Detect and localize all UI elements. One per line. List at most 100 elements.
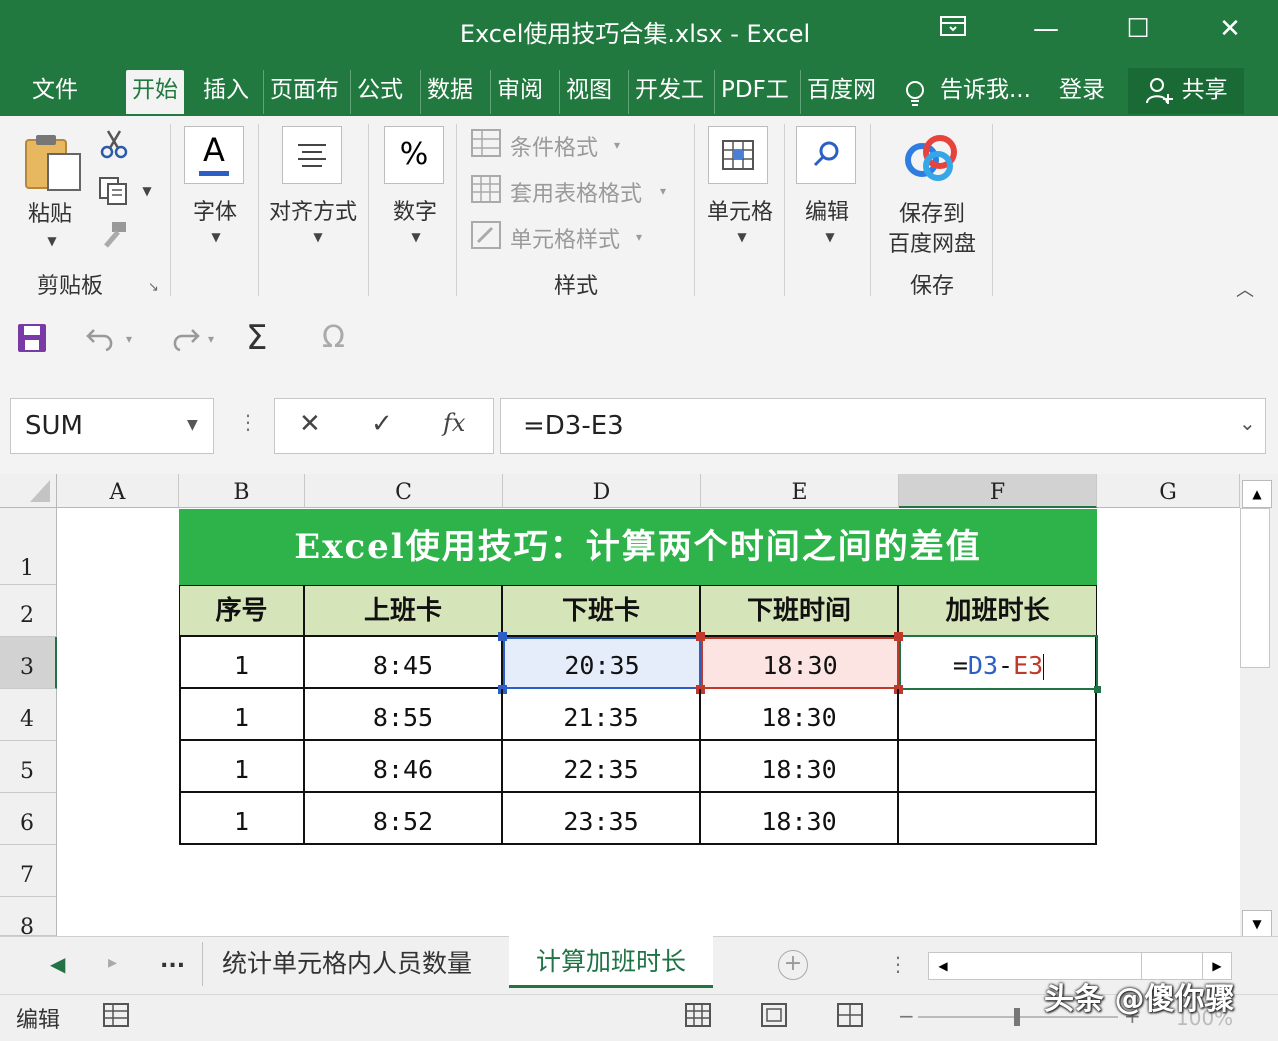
number-button-label[interactable]: 数字 xyxy=(380,194,450,226)
tab-page-layout[interactable]: 页面布 xyxy=(263,70,345,114)
save-icon[interactable] xyxy=(16,322,48,358)
row-header-6[interactable]: 6 xyxy=(0,793,57,845)
row-header-2[interactable]: 2 xyxy=(0,585,57,637)
cut-icon[interactable] xyxy=(98,128,130,164)
close-button[interactable]: ✕ xyxy=(1205,14,1255,44)
cell-style-arrow[interactable]: ▾ xyxy=(636,230,642,244)
undo-dropdown-arrow[interactable]: ▾ xyxy=(126,332,132,346)
column-header-a[interactable]: A xyxy=(57,474,179,508)
share-button[interactable]: 共享 xyxy=(1128,68,1244,114)
search-icon[interactable] xyxy=(796,126,856,184)
table-cell-empty[interactable] xyxy=(899,741,1096,793)
table-cell[interactable]: 8:46 xyxy=(305,741,503,793)
range-handle[interactable] xyxy=(894,632,903,641)
tab-pdf[interactable]: PDF工 xyxy=(714,70,795,114)
scroll-left-button[interactable]: ◀ xyxy=(929,953,958,979)
row-header-8[interactable]: 8 xyxy=(0,897,57,940)
insert-function-button[interactable]: fx xyxy=(443,409,465,437)
header-cell-clock-out[interactable]: 下班卡 xyxy=(503,586,701,637)
sheet-tab-count-people[interactable]: 统计单元格内人员数量 xyxy=(222,944,472,980)
page-break-view-icon[interactable] xyxy=(836,1002,864,1032)
table-cell[interactable]: 22:35 xyxy=(503,741,701,793)
save-baidu-line1[interactable]: 保存到 xyxy=(880,196,984,228)
omega-symbol-icon[interactable]: Ω xyxy=(322,320,345,355)
copy-icon[interactable] xyxy=(98,176,130,210)
number-format-icon[interactable]: % xyxy=(384,126,444,184)
column-header-f[interactable]: F xyxy=(899,474,1097,508)
macro-record-icon[interactable] xyxy=(102,1002,130,1032)
name-box-dropdown-arrow[interactable]: ▼ xyxy=(187,417,198,433)
paste-button-label[interactable]: 粘贴 xyxy=(20,196,80,228)
table-cell-ref-e3[interactable]: 18:30 xyxy=(701,637,899,689)
expand-formula-icon[interactable]: ⌄ xyxy=(1239,411,1256,435)
collapse-ribbon-icon[interactable]: ︿ xyxy=(1236,276,1254,302)
alignment-icon[interactable] xyxy=(282,126,342,184)
conditional-format-button[interactable]: 条件格式 xyxy=(510,130,598,162)
sheet-scroll-left-icon[interactable]: ◀ xyxy=(50,952,65,976)
edit-button-label[interactable]: 编辑 xyxy=(792,194,862,226)
conditional-format-icon[interactable] xyxy=(470,128,502,162)
tab-review[interactable]: 审阅 xyxy=(490,70,549,114)
normal-view-icon[interactable] xyxy=(684,1002,712,1032)
cell-style-icon[interactable] xyxy=(470,220,502,254)
select-all-corner[interactable] xyxy=(0,474,57,508)
tab-split-grip-icon[interactable]: ⋮ xyxy=(888,952,908,976)
confirm-edit-button[interactable]: ✓ xyxy=(371,409,393,439)
table-cell[interactable]: 1 xyxy=(180,637,305,689)
table-cell[interactable]: 1 xyxy=(180,689,305,741)
tab-home[interactable]: 开始 xyxy=(126,70,184,114)
range-handle[interactable] xyxy=(498,632,507,641)
cell-style-button[interactable]: 单元格样式 xyxy=(510,222,620,254)
vertical-scroll-thumb[interactable] xyxy=(1240,508,1270,668)
scroll-up-button[interactable]: ▲ xyxy=(1242,480,1272,508)
font-button-label[interactable]: 字体 xyxy=(180,194,250,226)
table-cell[interactable]: 1 xyxy=(180,741,305,793)
alignment-dropdown-arrow[interactable]: ▼ xyxy=(308,230,328,244)
zoom-out-button[interactable]: − xyxy=(898,1004,915,1028)
clipboard-launcher-icon[interactable]: ↘ xyxy=(148,280,159,295)
number-dropdown-arrow[interactable]: ▼ xyxy=(406,230,426,244)
tab-insert[interactable]: 插入 xyxy=(197,70,255,114)
header-cell-clock-in[interactable]: 上班卡 xyxy=(305,586,503,637)
sheet-more-button[interactable]: ... xyxy=(160,948,185,973)
autosum-icon[interactable]: Σ xyxy=(246,318,267,358)
tab-file[interactable]: 文件 xyxy=(26,70,84,114)
tab-view[interactable]: 视图 xyxy=(559,70,618,114)
table-format-arrow[interactable]: ▾ xyxy=(660,184,666,198)
save-baidu-line2[interactable]: 百度网盘 xyxy=(880,226,984,258)
cells-dropdown-arrow[interactable]: ▼ xyxy=(732,230,752,244)
undo-icon[interactable] xyxy=(84,322,120,358)
copy-dropdown-arrow[interactable]: ▼ xyxy=(140,184,154,198)
add-sheet-button[interactable]: + xyxy=(778,950,808,980)
row-header-3[interactable]: 3 xyxy=(0,637,57,689)
minimize-button[interactable]: — xyxy=(1021,14,1071,44)
paste-icon[interactable] xyxy=(22,130,84,196)
table-cell[interactable]: 18:30 xyxy=(701,689,899,741)
cancel-edit-button[interactable]: ✕ xyxy=(299,409,321,439)
name-box[interactable]: SUM ▼ xyxy=(10,398,214,454)
font-dropdown-arrow[interactable]: ▼ xyxy=(206,230,226,244)
redo-dropdown-arrow[interactable]: ▾ xyxy=(208,332,214,346)
sign-in-link[interactable]: 登录 xyxy=(1053,70,1111,114)
table-cell[interactable]: 1 xyxy=(180,793,305,844)
table-cell-empty[interactable] xyxy=(899,689,1096,741)
row-header-7[interactable]: 7 xyxy=(0,845,57,897)
header-cell-overtime[interactable]: 加班时长 xyxy=(899,586,1096,637)
font-icon[interactable]: A xyxy=(184,126,244,184)
conditional-format-arrow[interactable]: ▾ xyxy=(614,138,620,152)
formula-input[interactable]: =D3-E3 ⌄ xyxy=(500,398,1266,454)
header-cell-index[interactable]: 序号 xyxy=(180,586,305,637)
edit-dropdown-arrow[interactable]: ▼ xyxy=(820,230,840,244)
cells-icon[interactable] xyxy=(708,126,768,184)
row-header-1[interactable]: 1 xyxy=(0,508,57,585)
cells-button-label[interactable]: 单元格 xyxy=(700,194,780,226)
redo-icon[interactable] xyxy=(166,322,202,358)
table-cell[interactable]: 8:55 xyxy=(305,689,503,741)
table-cell[interactable]: 8:52 xyxy=(305,793,503,844)
tab-developer[interactable]: 开发工 xyxy=(628,70,710,114)
range-handle[interactable] xyxy=(696,632,705,641)
table-cell-ref-d3[interactable]: 20:35 xyxy=(503,637,701,689)
column-header-b[interactable]: B xyxy=(179,474,305,508)
format-painter-icon[interactable] xyxy=(98,220,130,254)
table-cell[interactable]: 18:30 xyxy=(701,741,899,793)
